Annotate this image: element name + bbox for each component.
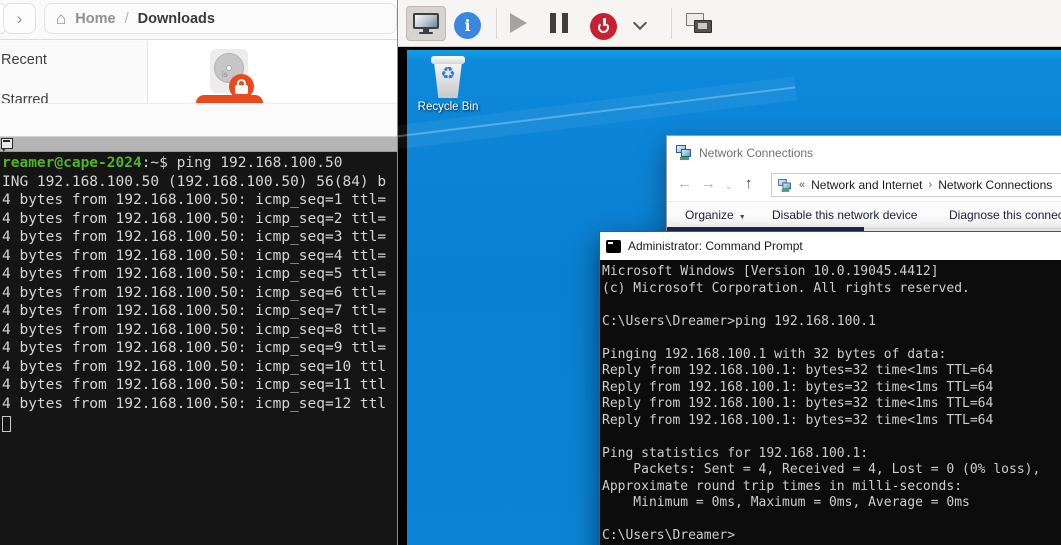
breadcrumb-separator: / xyxy=(124,10,129,27)
pause-icon xyxy=(550,13,556,33)
cmd-line: Microsoft Windows [Version 10.0.19045.44… xyxy=(602,264,939,279)
diagnose-connection-button[interactable]: Diagnose this connection xyxy=(949,208,1061,222)
address-bar[interactable]: « Network and Internet › Network Connect… xyxy=(771,173,1061,197)
cmd-line: (c) Microsoft Corporation. All rights re… xyxy=(602,280,970,296)
command-prompt-icon xyxy=(606,239,621,253)
vm-info-button[interactable]: i xyxy=(454,12,481,39)
disable-network-device-button[interactable]: Disable this network device xyxy=(772,208,917,222)
file-manager-window: › ⌂ Home / Downloads Recent Starred is xyxy=(0,0,397,103)
terminal-line: ING 192.168.100.50 (192.168.100.50) 56(8… xyxy=(2,173,387,190)
explorer-navigation-bar: ← → ⌄ ↑ « Network and Internet › Network… xyxy=(667,169,1061,201)
disc-icon-text: is xyxy=(222,70,228,79)
address-location-icon xyxy=(778,178,792,192)
recycle-bin-label: Recycle Bin xyxy=(417,101,479,113)
recycle-bin-icon: ♻ xyxy=(431,56,465,98)
recycle-symbol-icon: ♻ xyxy=(440,64,456,83)
sidebar-item-starred[interactable]: Starred xyxy=(1,92,49,103)
cmd-line: C:\Users\Dreamer>ping 192.168.100.1 xyxy=(602,313,876,329)
nav-back-icon[interactable]: ← xyxy=(677,175,692,192)
cmd-line: Reply from 192.168.100.1: bytes=32 time<… xyxy=(602,379,994,395)
breadcrumb-network-and-internet[interactable]: Network and Internet xyxy=(811,178,922,192)
organize-button[interactable]: Organize ▼ xyxy=(685,208,746,222)
console-view-button[interactable] xyxy=(406,6,446,41)
cmd-line: Approximate round trip times in milli-se… xyxy=(602,478,963,494)
fullscreen-displays-button[interactable] xyxy=(686,13,714,35)
explorer-command-bar: Organize ▼ Disable this network device Di… xyxy=(667,201,1061,229)
virt-manager-window: i ♻ Recycle Bin Network Connections ← → … xyxy=(397,0,1061,545)
background-window-band xyxy=(0,103,397,137)
sidebar-item-recent[interactable]: Recent xyxy=(1,52,47,68)
forward-chevron-icon: › xyxy=(16,8,23,28)
toolbar-separator xyxy=(671,8,672,39)
vm-run-button[interactable] xyxy=(510,13,527,33)
terminal-line: 4 bytes from 192.168.100.50: icmp_seq=3 … xyxy=(2,229,387,245)
command-prompt-output[interactable]: Microsoft Windows [Version 10.0.19045.44… xyxy=(600,260,1061,545)
command-prompt-titlebar[interactable]: Administrator: Command Prompt xyxy=(600,232,1061,260)
network-connections-icon xyxy=(676,145,692,160)
breadcrumb-current[interactable]: Downloads xyxy=(138,11,215,27)
monitor-icon xyxy=(413,12,439,35)
nav-history-dropdown-icon[interactable]: ⌄ xyxy=(725,181,733,192)
terminal-prompt-user: reamer@cape-2024 xyxy=(2,155,142,171)
cmd-line: Reply from 192.168.100.1: bytes=32 time<… xyxy=(602,363,994,378)
nav-up-icon[interactable]: ↑ xyxy=(745,175,753,192)
command-prompt-window: Administrator: Command Prompt Microsoft … xyxy=(599,231,1061,545)
vm-toolbar: i xyxy=(398,0,1061,47)
terminal-line: 4 bytes from 192.168.100.50: icmp_seq=1 … xyxy=(2,192,387,208)
terminal-line: 4 bytes from 192.168.100.50: icmp_seq=11… xyxy=(2,377,387,393)
file-manager-sidebar: Recent Starred xyxy=(0,41,148,103)
toolbar-separator xyxy=(496,8,497,39)
terminal-line: 4 bytes from 192.168.100.50: icmp_seq=10… xyxy=(2,358,387,375)
shutdown-menu-chevron-icon[interactable] xyxy=(632,15,648,31)
cmd-line xyxy=(602,512,1061,529)
organize-caret-icon: ▼ xyxy=(738,214,746,221)
terminal-line: 4 bytes from 192.168.100.50: icmp_seq=7 … xyxy=(2,303,387,319)
terminal-line: 4 bytes from 192.168.100.50: icmp_seq=2 … xyxy=(2,210,387,227)
terminal-line: 4 bytes from 192.168.100.50: icmp_seq=4 … xyxy=(2,247,387,264)
breadcrumb-chevron[interactable]: › xyxy=(929,179,933,191)
breadcrumb-home[interactable]: Home xyxy=(75,11,115,27)
cmd-line: C:\Users\Dreamer> xyxy=(602,528,736,543)
breadcrumb-prefix: « xyxy=(799,179,806,191)
cmd-line: Packets: Sent = 4, Received = 4, Lost = … xyxy=(602,462,1041,477)
window-title: Network Connections xyxy=(699,145,814,160)
nav-forward-icon[interactable]: → xyxy=(701,175,716,192)
terminal-line: 4 bytes from 192.168.100.50: icmp_seq=12… xyxy=(2,395,387,412)
vm-shutdown-button[interactable] xyxy=(590,13,617,40)
cmd-line xyxy=(602,297,1061,314)
terminal-titlebar[interactable]: ▾ xyxy=(0,137,397,154)
window-title: Administrator: Command Prompt xyxy=(628,239,803,253)
screen: › ⌂ Home / Downloads Recent Starred is ▾… xyxy=(0,0,1061,545)
breadcrumb-network-connections[interactable]: Network Connections xyxy=(938,178,1052,192)
cmd-line: Ping statistics for 192.168.100.1: xyxy=(602,445,869,461)
vm-pause-button[interactable] xyxy=(550,13,568,33)
cmd-line: Reply from 192.168.100.1: bytes=32 time<… xyxy=(602,396,994,411)
terminal-line: 4 bytes from 192.168.100.50: icmp_seq=9 … xyxy=(2,340,387,356)
terminal-line: 4 bytes from 192.168.100.50: icmp_seq=5 … xyxy=(2,266,387,282)
terminal-line: 4 bytes from 192.168.100.50: icmp_seq=6 … xyxy=(2,284,387,301)
terminal-cursor xyxy=(2,416,11,432)
linux-terminal[interactable]: reamer@cape-2024:~$ ping 192.168.100.50 … xyxy=(0,152,397,545)
terminal-command: ping 192.168.100.50 xyxy=(176,155,343,171)
cmd-line: Reply from 192.168.100.1: bytes=32 time<… xyxy=(602,412,994,428)
cmd-line xyxy=(602,429,1061,446)
terminal-line: 4 bytes from 192.168.100.50: icmp_seq=8 … xyxy=(2,321,387,338)
file-manager-headerbar[interactable]: › ⌂ Home / Downloads xyxy=(0,0,397,40)
home-icon: ⌂ xyxy=(56,9,67,28)
breadcrumb[interactable]: ⌂ Home / Downloads xyxy=(44,3,397,34)
vm-display-area[interactable]: ♻ Recycle Bin Network Connections ← → ⌄ xyxy=(398,47,1061,545)
forward-button[interactable]: › xyxy=(3,3,36,34)
info-icon: i xyxy=(464,16,471,35)
cmd-line xyxy=(602,330,1061,347)
network-connections-titlebar[interactable]: Network Connections xyxy=(667,136,1061,169)
recycle-bin-desktop-icon[interactable]: ♻ Recycle Bin xyxy=(412,56,484,128)
selected-file-name-label[interactable] xyxy=(196,95,263,103)
terminal-prompt-line: reamer@cape-2024:~$ ping 192.168.100.50 xyxy=(2,155,343,171)
cmd-line: Pinging 192.168.100.1 with 32 bytes of d… xyxy=(602,346,947,362)
cmd-line: Minimum = 0ms, Maximum = 0ms, Average = … xyxy=(602,495,970,510)
file-manager-content[interactable]: is xyxy=(149,41,397,103)
